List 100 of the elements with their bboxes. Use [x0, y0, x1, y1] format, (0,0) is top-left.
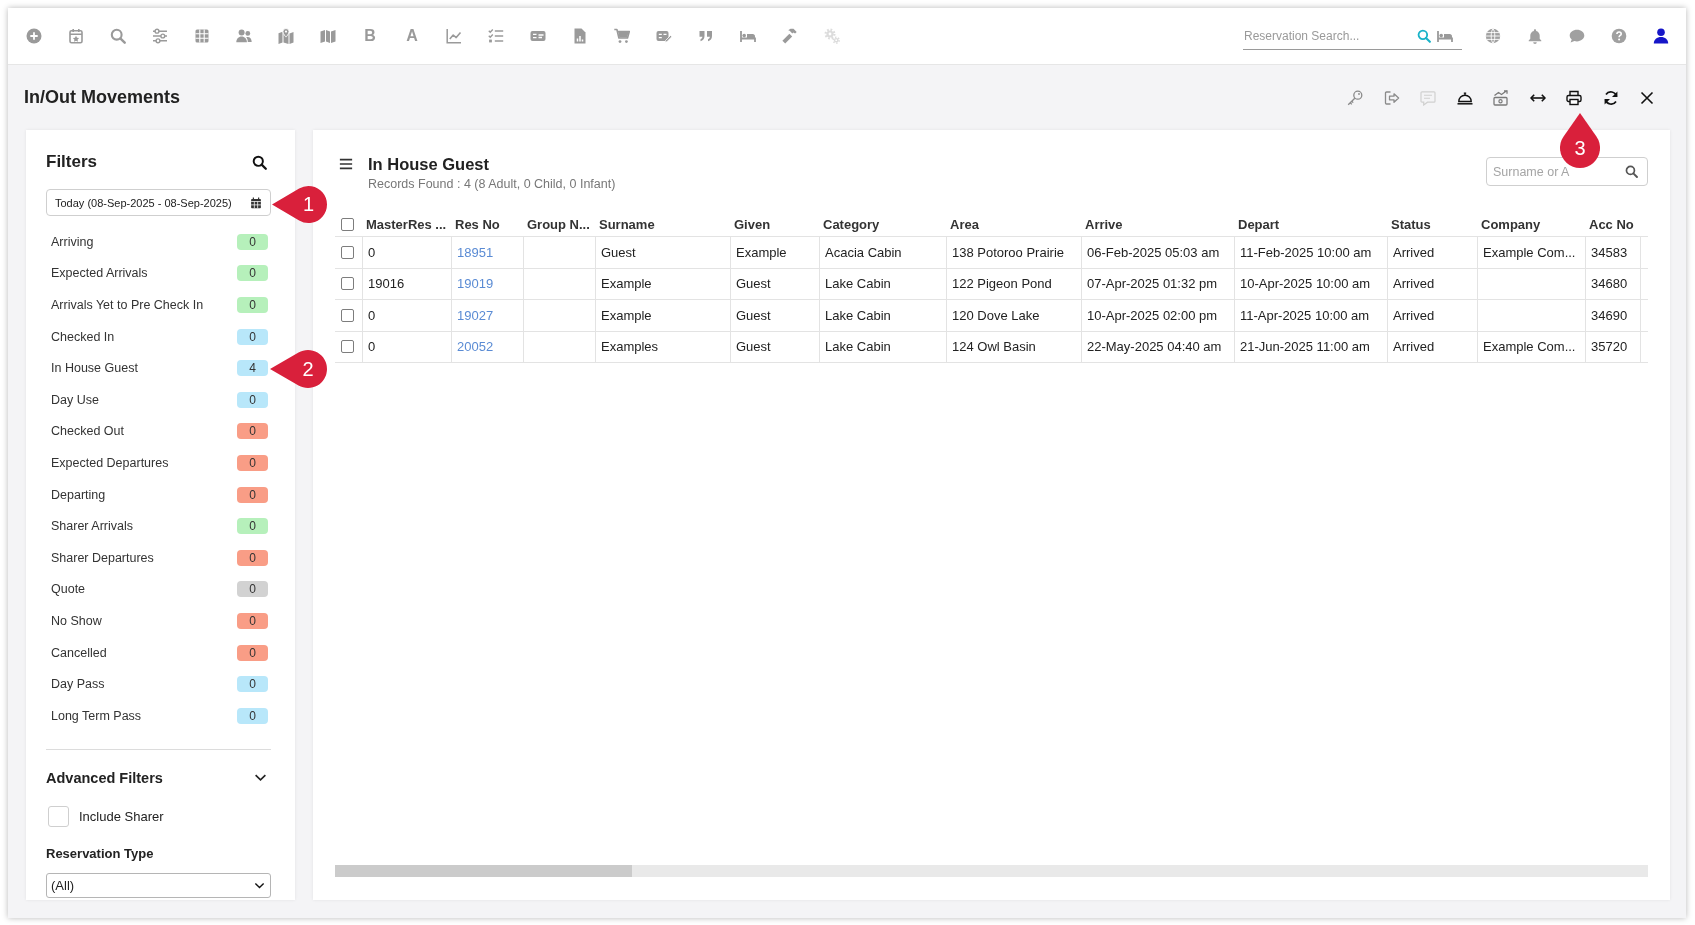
- count-badge: 0: [237, 676, 268, 693]
- table-cell: 06-Feb-2025 05:03 am: [1087, 244, 1220, 260]
- exit-icon[interactable]: [1383, 89, 1400, 106]
- filters-title: Filters: [46, 152, 98, 172]
- filter-link[interactable]: Day Use: [46, 392, 99, 407]
- row-checkbox[interactable]: [341, 340, 354, 354]
- file-chart-icon[interactable]: [572, 28, 588, 44]
- table-cell: Lake Cabin: [825, 339, 891, 355]
- select-all-checkbox[interactable]: [341, 217, 354, 231]
- grid-icon[interactable]: [194, 28, 210, 44]
- filter-link[interactable]: No Show: [46, 613, 102, 628]
- quote-icon[interactable]: [698, 28, 714, 44]
- table-cell: 21-Jun-2025 11:00 am: [1240, 339, 1370, 355]
- filter-link[interactable]: Quote: [46, 582, 86, 597]
- date-range-field[interactable]: Today (08-Sep-2025 - 08-Sep-2025): [46, 189, 271, 216]
- checkbox-label[interactable]: Include Sharer: [79, 808, 164, 824]
- count-badge: 0: [237, 581, 268, 598]
- filter-link[interactable]: Day Pass: [46, 677, 105, 692]
- filter-link[interactable]: Cancelled: [46, 645, 107, 660]
- bed-icon[interactable]: [740, 28, 756, 44]
- column-header: Acc No: [1589, 216, 1634, 232]
- refresh-icon[interactable]: [1602, 89, 1619, 106]
- table-cell: 35720: [1591, 339, 1628, 355]
- count-badge: 0: [237, 297, 268, 313]
- filter-link[interactable]: Expected Departures: [46, 455, 169, 470]
- horizontal-scrollbar[interactable]: [335, 865, 1648, 877]
- filter-link[interactable]: In House Guest: [46, 361, 138, 376]
- count-badge: 0: [237, 644, 268, 661]
- globe-icon[interactable]: [1485, 28, 1501, 44]
- table-cell: 34583: [1591, 244, 1628, 260]
- table-cell: Arrived: [1393, 307, 1435, 323]
- column-header: Surname: [599, 216, 655, 232]
- column-header: Arrive: [1085, 216, 1123, 232]
- users-icon[interactable]: [236, 28, 252, 44]
- map-pin-icon[interactable]: [278, 28, 294, 44]
- cart-icon[interactable]: [614, 28, 630, 44]
- table-cell: 138 Potoroo Prairie: [952, 244, 1064, 260]
- sliders-icon[interactable]: [152, 28, 168, 44]
- table-cell: Arrived: [1393, 339, 1435, 355]
- row-checkbox[interactable]: [341, 308, 354, 322]
- close-icon[interactable]: [1639, 89, 1655, 106]
- hammer-icon[interactable]: [782, 28, 798, 44]
- count-badge: 0: [237, 328, 268, 345]
- checklist-icon[interactable]: [488, 28, 504, 44]
- user-icon[interactable]: [1653, 28, 1669, 44]
- filter-link[interactable]: Checked Out: [46, 424, 124, 439]
- filter-link[interactable]: Arriving: [46, 234, 94, 249]
- bed-icon[interactable]: [1437, 28, 1453, 44]
- reservation-link[interactable]: 18951: [457, 244, 494, 260]
- field-label: Reservation Type: [46, 844, 155, 863]
- table-cell: 10-Apr-2025 02:00 pm: [1087, 307, 1218, 323]
- card-pen-icon[interactable]: [656, 28, 672, 44]
- table-cell: Guest: [601, 244, 636, 260]
- menu-icon[interactable]: [339, 157, 353, 171]
- reservation-link[interactable]: 19019: [457, 276, 494, 292]
- key-icon[interactable]: [1347, 89, 1363, 106]
- filter-link[interactable]: Arrivals Yet to Pre Check In: [46, 298, 204, 312]
- money-growth-icon[interactable]: [1493, 89, 1509, 106]
- filter-link[interactable]: Checked In: [46, 329, 115, 344]
- table-cell: 0: [368, 307, 376, 323]
- filter-link[interactable]: Departing: [46, 487, 106, 502]
- filter-link[interactable]: Sharer Arrivals: [46, 519, 133, 534]
- table-cell: Lake Cabin: [825, 307, 891, 323]
- count-badge: 0: [237, 265, 268, 282]
- table-cell: 11-Feb-2025 10:00 am: [1240, 244, 1372, 260]
- row-checkbox[interactable]: [341, 245, 354, 259]
- map-icon[interactable]: [320, 28, 336, 44]
- filter-link[interactable]: Expected Arrivals: [46, 266, 148, 281]
- search-icon[interactable]: [1625, 165, 1638, 178]
- reservation-search-field[interactable]: Reservation Search...: [1243, 22, 1462, 50]
- column-header: MasterRes ...: [366, 216, 447, 232]
- row-checkbox[interactable]: [341, 277, 354, 291]
- count-badge: 0: [237, 423, 268, 440]
- line-chart-icon[interactable]: [446, 28, 462, 44]
- include-sharer-checkbox[interactable]: [48, 805, 69, 827]
- scrollbar-thumb[interactable]: [335, 865, 632, 877]
- chat-icon[interactable]: [1569, 28, 1585, 44]
- print-icon[interactable]: [1566, 89, 1582, 106]
- reservation-type-select[interactable]: (All): [46, 872, 271, 898]
- reservation-link[interactable]: 20052: [457, 339, 494, 355]
- help-icon[interactable]: [1611, 28, 1627, 44]
- card-icon[interactable]: [530, 28, 546, 44]
- filter-link[interactable]: Long Term Pass: [46, 708, 142, 723]
- bell-icon[interactable]: [1527, 28, 1543, 44]
- column-header: Status: [1391, 216, 1431, 232]
- search-icon[interactable]: [252, 154, 267, 170]
- count-badge: 0: [237, 233, 268, 250]
- table-cell: Arrived: [1393, 276, 1435, 292]
- table-search-field[interactable]: Surname or A: [1486, 157, 1648, 186]
- table-cell: 11-Apr-2025 10:00 am: [1240, 307, 1370, 323]
- advanced-filters-title: Advanced Filters: [46, 769, 163, 786]
- table-cell: 34680: [1591, 276, 1628, 292]
- filter-link[interactable]: Sharer Departures: [46, 550, 154, 565]
- calendar-icon[interactable]: [250, 196, 262, 209]
- plus-circle-icon[interactable]: [26, 28, 42, 44]
- table-cell: 0: [368, 244, 376, 260]
- count-badge: 0: [237, 486, 268, 503]
- table-cell: 10-Apr-2025 10:00 am: [1240, 276, 1371, 292]
- reservation-link[interactable]: 19027: [457, 307, 494, 323]
- table-cell: Example Com...: [1483, 244, 1576, 260]
